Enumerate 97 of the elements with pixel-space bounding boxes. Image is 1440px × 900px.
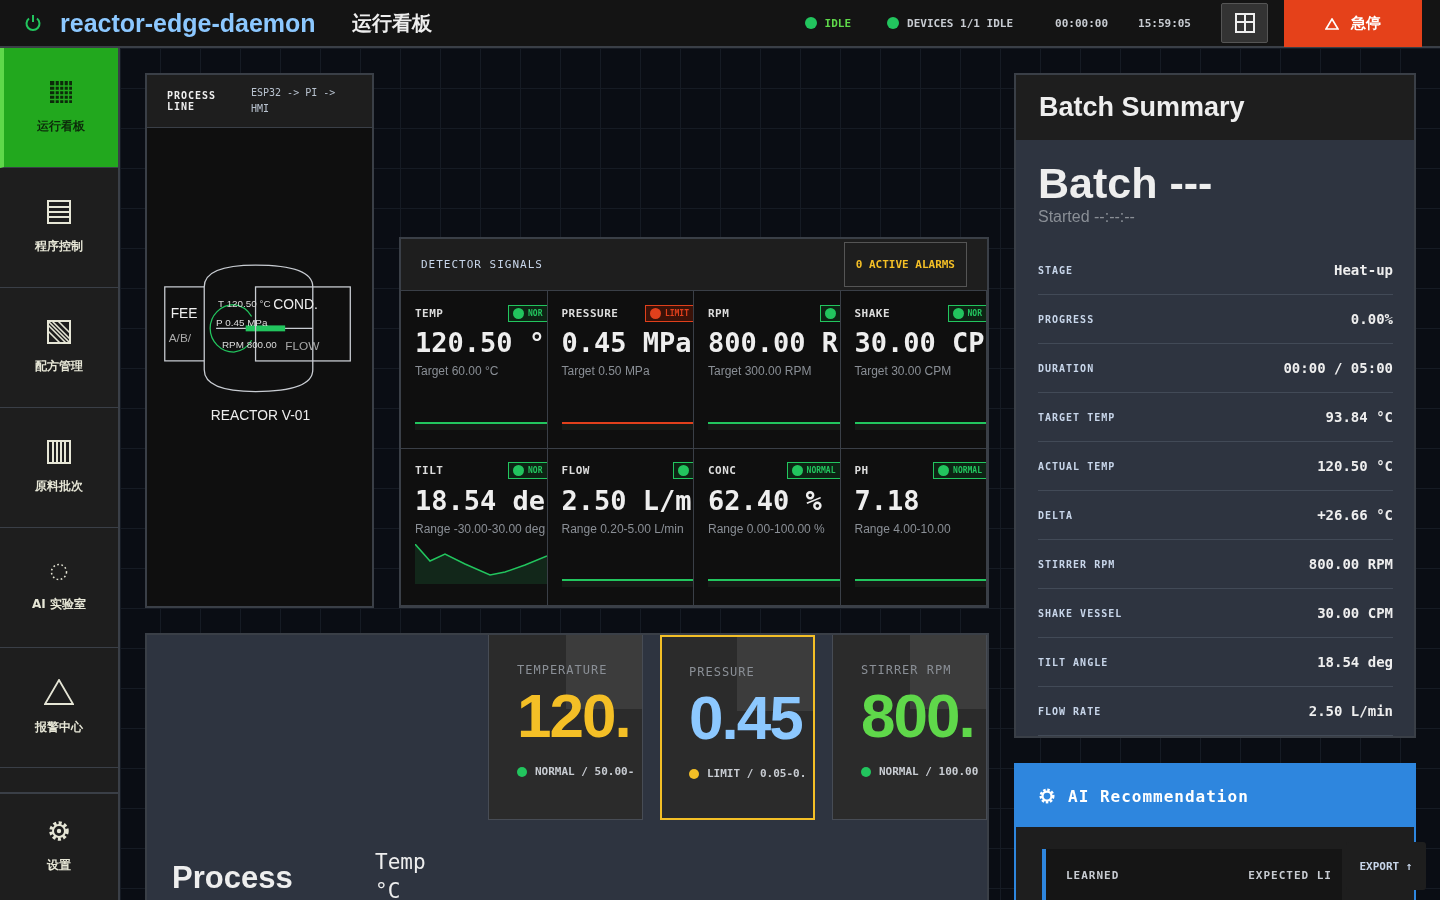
signal-label: RPM [708,306,730,320]
status-badge: NOR [947,304,986,322]
app-name: reactor-edge-daemon [60,8,316,38]
summary-value: 00:00 / 05:00 [1283,360,1393,376]
signal-note: Range -30.00-30.00 deg [415,521,547,536]
kpi-range: LIMIT / 0.05-0. [707,767,807,780]
signal-label: PH [854,464,869,477]
status-badge: NORMAL [786,462,840,479]
warning-icon [44,679,74,705]
kpi-label: PRESSURE [689,665,756,679]
kpi-card[interactable]: TEMPERATURE 120. NORMAL / 50.00- [488,635,643,820]
summary-label: DELTA [1038,509,1074,521]
signal-value: 0.45 MPa [561,327,693,358]
panel-title: AI Recommendation [1068,786,1249,806]
page-title: 运行看板 [351,9,432,37]
summary-value: Heat-up [1334,262,1393,278]
status-badge: NOR [508,304,547,322]
panel-title: PROCESS LINE [167,90,218,112]
layout-icon [1234,13,1255,33]
signal-value: 7.18 [854,484,921,516]
summary-value: 2.50 L/min [1308,703,1393,719]
signal-label: TILT [415,464,444,477]
batch-name: Batch --- [1038,158,1214,208]
signal-value: 120.50 ° [415,327,547,358]
layout-button[interactable] [1221,3,1268,43]
feed-label: FEE [170,305,198,322]
signal-value: 2.50 L/m [561,484,693,516]
run-timer: 00:00:00 [1055,16,1108,30]
kpi-value: 120. [517,681,631,751]
status-badge: NORMAL [933,462,986,479]
summary-label: STIRRER RPM [1038,558,1116,570]
kpi-card[interactable]: PRESSURE 0.45 LIMIT / 0.05-0. [660,635,815,820]
gear-icon [1038,787,1056,805]
column-label: Temp °C [375,849,427,900]
list-icon [47,200,71,224]
kpi-value: 800. [861,681,975,751]
alarm-count: 0 ACTIVE ALARMS [843,242,967,287]
panel-title: Batch Summary [1039,92,1245,123]
summary-label: TARGET TEMP [1038,411,1116,423]
signal-label: PRESSURE [561,306,619,320]
summary-label: TILT ANGLE [1038,656,1109,668]
hatched-square-icon [47,320,71,344]
metric-label: EXPECTED LI [1248,869,1332,884]
kpi-range: NORMAL / 50.00- [535,765,635,778]
signal-note: Target 60.00 °C [415,364,500,378]
status-badge: NOR [508,462,547,479]
kpi-card[interactable]: STIRRER RPM 800. NORMAL / 100.00 [832,635,987,820]
dotted-circle-icon [49,562,69,582]
feed-sublabel: A/B/ [168,331,192,346]
signal-note: Target 30.00 CPM [854,364,953,378]
signal-value: 30.00 CP [854,327,986,358]
summary-value: 120.50 °C [1317,458,1393,474]
signal-note: Range 0.20-5.00 L/min [561,521,685,536]
batch-start-time: Started --:--:-- [1038,208,1136,226]
signal-label: SHAKE [854,306,891,320]
signal-note: Range 0.00-100.00 % [708,521,826,536]
summary-value: 800.00 RPM [1308,556,1393,572]
warning-icon [1325,17,1339,30]
summary-value: +26.66 °C [1317,507,1393,523]
kpi-value: 0.45 [689,683,803,753]
status-label: IDLE [824,16,852,30]
metric-label: LEARNED [1066,869,1120,884]
summary-value: 18.54 deg [1317,654,1393,670]
emergency-stop-button[interactable]: 急停 [1284,0,1422,47]
signal-label: FLOW [561,464,590,477]
reactor-label: REACTOR V-01 [210,407,311,424]
summary-label: DURATION [1038,362,1095,374]
signal-value: 800.00 R [708,327,840,358]
settings-icon [47,818,71,843]
signal-note: Range 4.00-10.00 [854,521,952,536]
status-badge: LIMIT [644,304,693,322]
kpi-label: STIRRER RPM [861,663,953,677]
summary-label: PROGRESS [1038,313,1095,325]
signal-value: 18.54 de [415,484,547,516]
signal-label: TEMP [415,306,444,320]
summary-value: 0.00% [1350,311,1393,327]
grid-icon [49,80,73,104]
summary-label: ACTUAL TEMP [1038,460,1116,472]
nav-item[interactable]: 运行看板 [0,48,118,168]
summary-label: FLOW RATE [1038,705,1102,717]
summary-label: SHAKE VESSEL [1038,607,1123,619]
clock: 15:59:05 [1138,16,1191,30]
summary-value: 30.00 CPM [1317,605,1393,621]
signal-label: CONC [708,464,737,477]
summary-value: 93.84 °C [1325,409,1393,425]
signal-note: Target 300.00 RPM [708,364,813,378]
section-title: Process [172,860,294,897]
data-path: ESP32 -> PI -> HMI [251,86,337,116]
signal-value: 62.40 % [708,484,823,516]
summary-label: STAGE [1038,264,1074,276]
kpi-label: TEMPERATURE [517,663,609,677]
power-icon [23,13,43,33]
panel-title: DETECTOR SIGNALS [421,258,543,271]
status-label: DEVICES 1/1 IDLE [907,16,1014,30]
barcode-icon [47,440,71,464]
signal-note: Target 0.50 MPa [561,364,651,378]
kpi-range: NORMAL / 100.00 [879,765,979,778]
